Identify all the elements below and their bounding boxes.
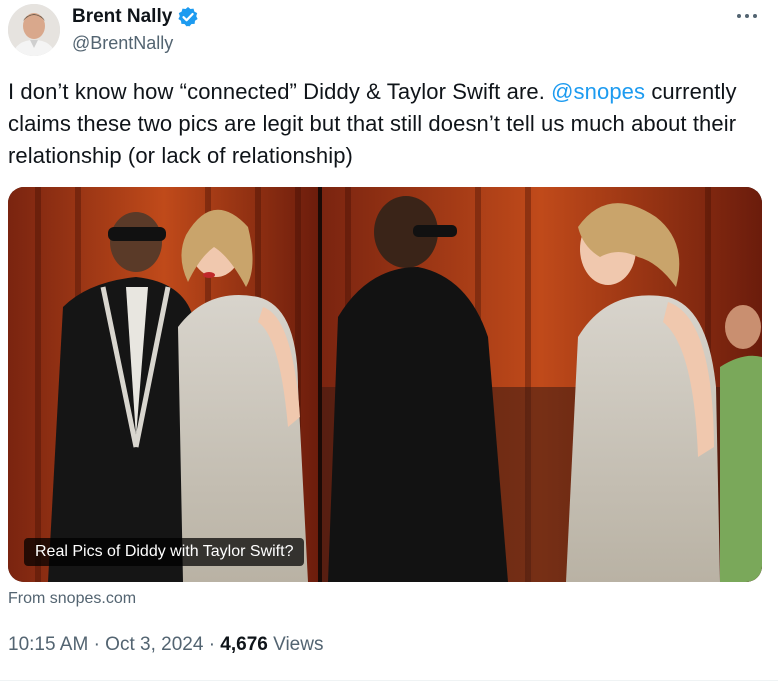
mention-link[interactable]: @snopes	[551, 79, 645, 104]
divider	[0, 680, 778, 681]
author-display-name[interactable]: Brent Nally	[72, 6, 172, 28]
avatar[interactable]	[8, 4, 60, 56]
author-handle[interactable]: @BrentNally	[72, 33, 173, 54]
views-count: 4,676	[220, 634, 268, 655]
verified-badge-icon[interactable]	[177, 6, 199, 28]
avatar-image	[8, 4, 60, 56]
link-card-image[interactable]: Real Pics of Diddy with Taylor Swift?	[8, 187, 762, 582]
tweet-time[interactable]: 10:15 AM	[8, 634, 88, 655]
card-photo	[8, 187, 762, 582]
card-caption: Real Pics of Diddy with Taylor Swift?	[24, 538, 305, 566]
more-options-icon[interactable]	[734, 6, 760, 26]
views-label: Views	[273, 634, 324, 655]
tweet-text: I don’t know how “connected” Diddy & Tay…	[8, 76, 770, 172]
tweet-date[interactable]: Oct 3, 2024	[105, 634, 203, 655]
author-name-row: Brent Nally	[72, 6, 199, 28]
meta-separator: ·	[208, 634, 221, 655]
meta-separator: ·	[93, 634, 106, 655]
tweet-meta: 10:15 AM · Oct 3, 2024 · 4,676 Views	[8, 634, 323, 656]
tweet-text-part-1: I don’t know how “connected” Diddy & Tay…	[8, 79, 552, 104]
card-source[interactable]: From snopes.com	[8, 590, 136, 608]
